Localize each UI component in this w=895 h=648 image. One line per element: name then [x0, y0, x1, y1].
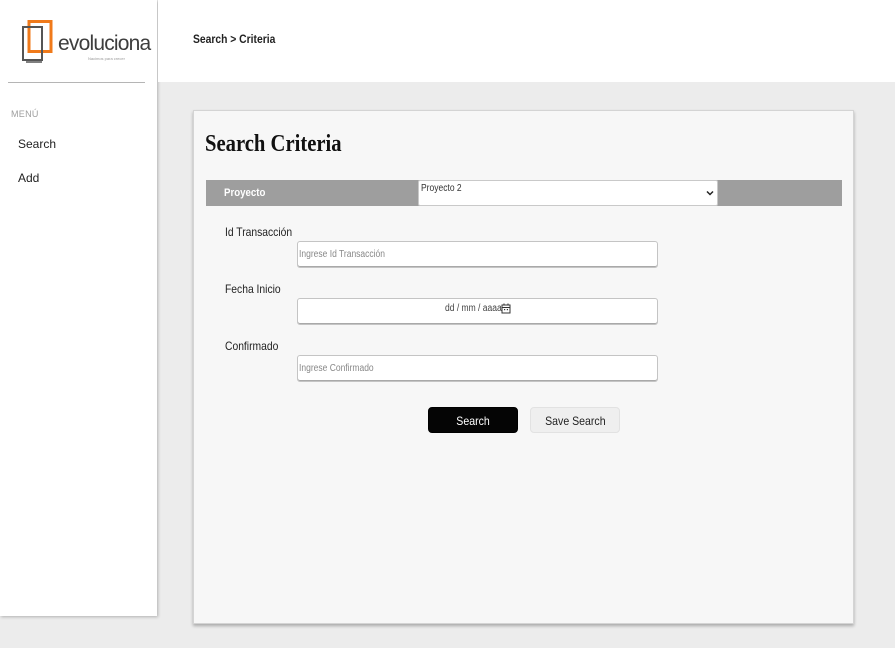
fecha-inicio-label: Fecha Inicio — [225, 282, 281, 296]
confirmado-input[interactable]: Ingrese Confirmado — [297, 355, 658, 382]
search-button-label: Search — [456, 414, 490, 428]
menu-heading: MENÚ — [11, 109, 39, 119]
id-transaccion-input[interactable]: Ingrese Id Transacción — [297, 241, 658, 268]
save-search-button-label: Save Search — [544, 414, 606, 428]
sidebar-item-search[interactable]: Search — [18, 137, 56, 151]
page-title: Search Criteria — [205, 131, 342, 157]
id-transaccion-label: Id Transacción — [225, 225, 293, 239]
fecha-inicio-date-input[interactable]: dd / mm / aaaa — [297, 298, 658, 325]
search-button[interactable]: Search — [428, 407, 518, 433]
date-format-text: dd / mm / aaaa — [445, 303, 502, 314]
logo-mark-icon — [22, 20, 53, 63]
sidebar-item-add[interactable]: Add — [18, 171, 39, 185]
project-select[interactable]: Proyecto 2 — [418, 180, 718, 206]
brand-logo: evoluciona Nacimos para crecer — [20, 20, 151, 64]
brand-name: evoluciona — [58, 32, 151, 55]
id-transaccion-placeholder: Ingrese Id Transacción — [299, 249, 385, 260]
project-select-value: Proyecto 2 — [421, 183, 462, 194]
sidebar-divider — [8, 82, 145, 83]
save-search-button[interactable]: Save Search — [530, 407, 620, 433]
brand-tagline: Nacimos para crecer — [88, 56, 125, 61]
confirmado-placeholder: Ingrese Confirmado — [299, 363, 374, 374]
sidebar: evoluciona Nacimos para crecer MENÚ Sear… — [0, 0, 157, 616]
confirmado-label: Confirmado — [225, 339, 279, 353]
chevron-down-icon — [706, 190, 714, 196]
calendar-icon[interactable] — [501, 303, 511, 314]
project-bar: Proyecto Proyecto 2 — [206, 180, 842, 206]
search-criteria-card: Search Criteria Proyecto Proyecto 2 Id T… — [193, 110, 854, 624]
top-header: Search > Criteria — [158, 0, 895, 82]
project-label: Proyecto — [224, 187, 266, 199]
breadcrumb: Search > Criteria — [193, 32, 276, 46]
